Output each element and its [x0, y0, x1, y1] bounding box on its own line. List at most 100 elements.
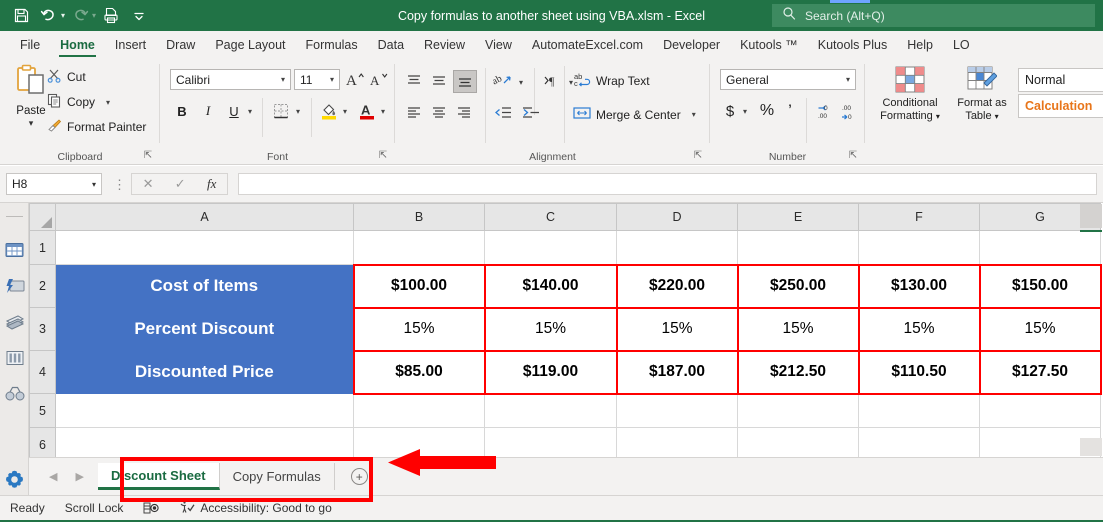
row-header-4[interactable]: 4 — [29, 350, 56, 394]
tab-kutools[interactable]: Kutools ™ — [730, 36, 808, 58]
chevron-down-icon[interactable]: ▾ — [846, 75, 855, 84]
cell-c5[interactable] — [484, 393, 617, 428]
cell-a1[interactable] — [55, 230, 354, 265]
tab-page-layout[interactable]: Page Layout — [205, 36, 295, 58]
tab-home[interactable]: Home — [50, 36, 105, 58]
accessibility-status[interactable]: Accessibility: Good to go — [179, 500, 332, 517]
font-name-combo[interactable]: Calibri ▾ — [170, 69, 291, 90]
accounting-format-button[interactable]: $ — [720, 100, 740, 122]
print-icon[interactable] — [98, 4, 124, 28]
format-as-table-button[interactable]: Format as Table ▾ — [951, 66, 1013, 123]
merge-center-dropdown-icon[interactable]: ▾ — [692, 110, 696, 119]
fx-icon[interactable]: fx — [207, 176, 216, 192]
formula-bar-options[interactable]: ⋮ — [113, 177, 126, 193]
fill-color-dropdown-icon[interactable]: ▾ — [343, 107, 347, 116]
tab-insert[interactable]: Insert — [105, 36, 156, 58]
cell-c1[interactable] — [484, 230, 617, 265]
increase-font-size-button[interactable]: A — [344, 69, 366, 90]
row-header-1[interactable]: 1 — [29, 230, 56, 265]
row-header-6[interactable]: 6 — [29, 427, 56, 457]
number-format-combo[interactable]: General ▾ — [720, 69, 856, 90]
orientation-dropdown-icon[interactable]: ▾ — [519, 78, 523, 87]
cut-button[interactable]: Cut — [47, 68, 86, 86]
chevron-left-icon[interactable]: ◀ — [49, 470, 57, 483]
column-header-b[interactable]: B — [353, 203, 485, 231]
tab-lo[interactable]: LO — [943, 36, 980, 58]
cell-e3[interactable]: 15% — [736, 306, 860, 352]
italic-button[interactable]: I — [198, 100, 218, 122]
formula-input[interactable] — [238, 173, 1097, 195]
macro-record-icon[interactable] — [143, 501, 160, 515]
tab-developer[interactable]: Developer — [653, 36, 730, 58]
cell-d4[interactable]: $187.00 — [615, 349, 739, 395]
add-sheet-button[interactable]: + — [350, 468, 368, 485]
column-header-a[interactable]: A — [55, 203, 354, 231]
tab-automateexcel[interactable]: AutomateExcel.com — [522, 36, 653, 58]
undo-icon[interactable] — [36, 4, 62, 28]
text-direction-icon[interactable]: ¶ — [541, 70, 565, 92]
tab-view[interactable]: View — [475, 36, 522, 58]
font-size-combo[interactable]: 11 ▾ — [294, 69, 340, 90]
tab-kutools-plus[interactable]: Kutools Plus — [808, 36, 897, 58]
cell-g5[interactable] — [979, 393, 1101, 428]
row-header-2[interactable]: 2 — [29, 264, 56, 308]
align-right-button[interactable] — [453, 102, 475, 124]
alignment-dialog-launcher[interactable]: ⇱ — [692, 150, 704, 162]
select-all-corner[interactable] — [29, 203, 56, 231]
name-box[interactable]: H8 ▾ — [6, 173, 102, 195]
kutools-find-icon[interactable] — [4, 383, 25, 404]
tab-help[interactable]: Help — [897, 36, 943, 58]
cell-f4[interactable]: $110.50 — [857, 349, 981, 395]
copy-button[interactable]: Copy ▾ — [47, 93, 110, 111]
column-header-e[interactable]: E — [737, 203, 859, 231]
cell-style-normal[interactable]: Normal — [1018, 68, 1103, 92]
column-header-d[interactable]: D — [616, 203, 738, 231]
tab-data[interactable]: Data — [368, 36, 414, 58]
decrease-indent-icon[interactable] — [491, 102, 515, 124]
undo-dropdown-icon[interactable]: ▾ — [61, 11, 65, 20]
cell-a5[interactable] — [55, 393, 354, 428]
align-center-button[interactable] — [428, 102, 450, 124]
cell-g3[interactable]: 15% — [978, 306, 1102, 352]
kutools-print-icon[interactable] — [4, 311, 25, 332]
cell-d1[interactable] — [616, 230, 738, 265]
cell-f1[interactable] — [858, 230, 980, 265]
close-icon[interactable]: ✕ — [143, 176, 154, 192]
cell-style-calculation[interactable]: Calculation — [1018, 94, 1103, 118]
bold-button[interactable]: B — [172, 100, 192, 122]
increase-decimal-icon[interactable]: 0.00 — [812, 100, 836, 122]
tab-formulas[interactable]: Formulas — [296, 36, 368, 58]
cell-c2[interactable]: $140.00 — [483, 263, 618, 309]
cell-g4[interactable]: $127.50 — [978, 349, 1102, 395]
check-icon[interactable]: ✓ — [175, 176, 186, 192]
font-color-dropdown-icon[interactable]: ▾ — [381, 107, 385, 116]
cell-b5[interactable] — [353, 393, 485, 428]
clipboard-dialog-launcher[interactable]: ⇱ — [142, 150, 154, 162]
cell-c3[interactable]: 15% — [483, 306, 618, 352]
kutools-columns-icon[interactable] — [4, 347, 25, 368]
wrap-text-button[interactable]: ab c Wrap Text — [573, 71, 650, 91]
sheet-tab-copy-formulas[interactable]: Copy Formulas — [220, 463, 335, 490]
decrease-font-size-button[interactable]: A — [368, 69, 390, 90]
cell-c6[interactable] — [484, 427, 617, 457]
kutools-table-icon[interactable] — [4, 239, 25, 260]
cell-e5[interactable] — [737, 393, 859, 428]
cell-a3[interactable]: Percent Discount — [55, 307, 354, 351]
save-icon[interactable] — [8, 4, 34, 28]
tab-draw[interactable]: Draw — [156, 36, 205, 58]
row-header-3[interactable]: 3 — [29, 307, 56, 351]
accounting-dropdown-icon[interactable]: ▾ — [743, 107, 747, 116]
cell-d2[interactable]: $220.00 — [615, 263, 739, 309]
copy-dropdown-icon[interactable]: ▾ — [106, 98, 110, 107]
cell-d5[interactable] — [616, 393, 738, 428]
column-header-f[interactable]: F — [858, 203, 980, 231]
chevron-right-icon[interactable]: ▶ — [75, 470, 83, 483]
row-header-5[interactable]: 5 — [29, 393, 56, 428]
cell-e1[interactable] — [737, 230, 859, 265]
worksheet-grid[interactable]: A B C D E F G 1 2 Cost of Items $100.00 … — [29, 203, 1103, 457]
merge-center-button[interactable]: Merge & Center ▾ — [573, 105, 696, 124]
search-box[interactable]: Search (Alt+Q) — [772, 4, 1095, 27]
cell-g2[interactable]: $150.00 — [978, 263, 1102, 309]
cell-b3[interactable]: 15% — [352, 306, 486, 352]
cell-b2[interactable]: $100.00 — [352, 263, 486, 309]
